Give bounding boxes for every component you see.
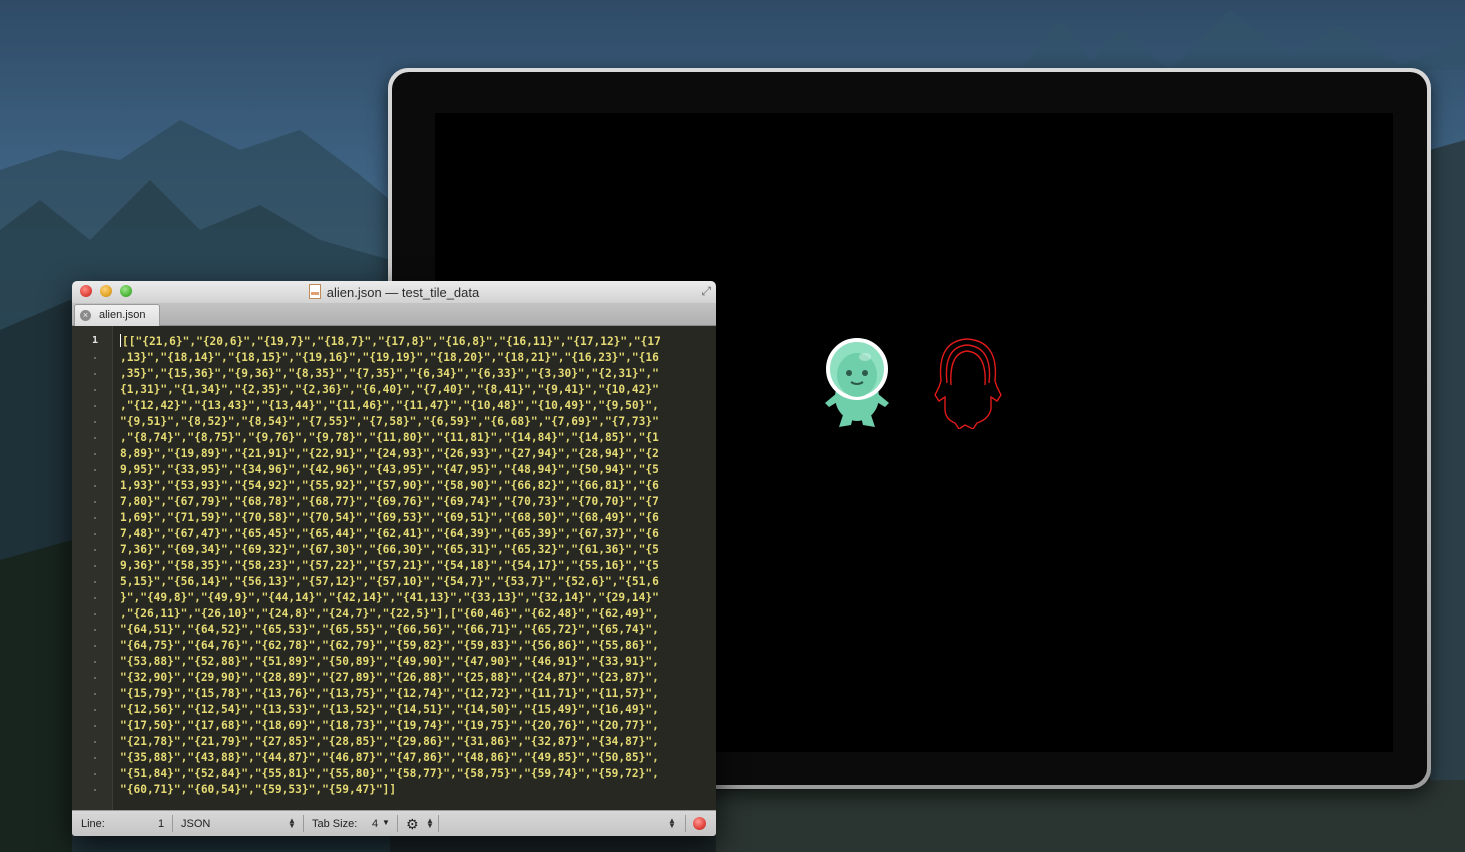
line-number-gutter: 1 [72,326,113,810]
record-icon[interactable] [693,817,706,830]
wrap-indicator [94,501,96,503]
code-line[interactable]: 8,89}","{19,89}","{21,91}","{22,91}","{2… [120,446,705,462]
code-line[interactable]: "{53,88}","{52,88}","{51,89}","{50,89}",… [120,654,705,670]
wrap-indicator [94,677,96,679]
syntax-selector[interactable]: JSON [181,818,210,830]
wrap-indicator [94,405,96,407]
wrap-indicator [94,725,96,727]
code-line[interactable]: ,"{12,42}","{13,43}","{13,44}","{11,46}"… [120,398,705,414]
code-line[interactable]: 9,36}","{58,35}","{58,23}","{57,22}","{5… [120,558,705,574]
wrap-indicator [94,389,96,391]
code-line[interactable]: "{64,51}","{64,52}","{65,53}","{65,55}",… [120,622,705,638]
wrap-indicator [94,789,96,791]
gear-chevron-icon[interactable]: ▲ ▼ [426,817,434,830]
wrap-indicator [94,709,96,711]
wrap-indicator [94,741,96,743]
wrap-indicator [94,533,96,535]
divider [397,815,398,832]
symbol-chevron-icon[interactable]: ▲ ▼ [668,817,676,830]
wrap-indicator [94,773,96,775]
code-line[interactable]: 5,15}","{56,14}","{56,13}","{57,12}","{5… [120,574,705,590]
divider [438,815,439,832]
wrap-indicator [94,581,96,583]
wrap-indicator [94,597,96,599]
code-line[interactable]: 1,93}","{53,93}","{54,92}","{55,92}","{5… [120,478,705,494]
status-bar: Line: 1 JSON ▲ ▼ Tab Size: 4 ▼ ⚙ ▲ ▼ ▲ ▼ [72,810,716,836]
code-line[interactable]: "{15,79}","{15,78}","{13,76}","{13,75}",… [120,686,705,702]
code-line[interactable]: "{60,71}","{60,54}","{59,53}","{59,47}"]… [120,782,705,798]
code-line[interactable]: }","{49,8}","{49,9}","{44,14}","{42,14}"… [120,590,705,606]
code-line[interactable]: 7,48}","{67,47}","{65,45}","{65,44}","{6… [120,526,705,542]
alien-outline-shape [934,338,1002,429]
divider [172,815,173,832]
wrap-indicator [94,565,96,567]
code-line[interactable]: 9,95}","{33,95}","{34,96}","{42,96}","{4… [120,462,705,478]
code-line[interactable]: "{12,56}","{12,54}","{13,53}","{13,52}",… [120,702,705,718]
code-line[interactable]: "{64,75}","{64,76}","{62,78}","{62,79}",… [120,638,705,654]
tab-size-chevron-icon[interactable]: ▼ [382,818,390,827]
code-line[interactable]: ,13}","{18,14}","{18,15}","{19,16}","{19… [120,350,705,366]
window-title-text: alien.json — test_tile_data [326,285,480,300]
tab-size-label: Tab Size: [312,818,358,830]
code-line[interactable]: ,35}","{15,36}","{9,36}","{8,35}","{7,35… [120,366,705,382]
wrap-indicator [94,437,96,439]
code-line[interactable]: ,"{26,11}","{26,10}","{24,8}","{24,7}","… [120,606,705,622]
code-line[interactable]: [["{21,6}","{20,6}","{19,7}","{18,7}","{… [120,334,705,350]
document-icon [308,284,321,299]
wrap-indicator [94,645,96,647]
wrap-indicator [94,629,96,631]
wrap-indicator [94,757,96,759]
code-line[interactable]: "{17,50}","{17,68}","{18,69}","{18,73}",… [120,718,705,734]
line-number: 1 [91,335,98,346]
tab-alien-json[interactable]: × alien.json [74,304,160,326]
gear-icon[interactable]: ⚙ [406,816,419,833]
code-line[interactable]: 7,36}","{69,34}","{69,32}","{67,30}","{6… [120,542,705,558]
code-line[interactable]: 7,80}","{67,79}","{68,78}","{68,77}","{6… [120,494,705,510]
code-line[interactable]: {1,31}","{1,34}","{2,35}","{2,36}","{6,4… [120,382,705,398]
wrap-indicator [94,357,96,359]
syntax-chevron-icon[interactable]: ▲ ▼ [288,817,296,830]
text-editor-window[interactable]: alien.json — test_tile_data ⤢ × alien.js… [72,281,716,836]
tab-size-selector[interactable]: 4 [372,818,378,830]
code-line[interactable]: "{35,88}","{43,88}","{44,87}","{46,87}",… [120,750,705,766]
alien-sprite[interactable] [821,335,893,429]
code-line-text: [["{21,6}","{20,6}","{19,7}","{18,7}","{… [122,335,661,348]
wrap-indicator [94,693,96,695]
wrap-indicator [94,421,96,423]
title-bar[interactable]: alien.json — test_tile_data ⤢ [72,281,716,304]
tab-close-icon[interactable]: × [80,310,91,321]
divider [303,815,304,832]
window-title: alien.json — test_tile_data [72,284,716,300]
wrap-indicator [94,469,96,471]
tab-bar: × alien.json [72,303,716,326]
wrap-indicator [94,549,96,551]
wrap-indicator [94,517,96,519]
fullscreen-icon[interactable]: ⤢ [701,284,711,299]
wrap-indicator [94,373,96,375]
text-caret [120,334,121,347]
code-line[interactable]: 1,69}","{71,59}","{70,58}","{70,54}","{6… [120,510,705,526]
wrap-indicator [94,661,96,663]
code-line[interactable]: "{9,51}","{8,52}","{8,54}","{7,55}","{7,… [120,414,705,430]
code-line[interactable]: "{32,90}","{29,90}","{28,89}","{27,89}",… [120,670,705,686]
code-line[interactable]: "{51,84}","{52,84}","{55,81}","{55,80}",… [120,766,705,782]
code-line[interactable]: ,"{8,74}","{8,75}","{9,76}","{9,78}","{1… [120,430,705,446]
code-area[interactable]: [["{21,6}","{20,6}","{19,7}","{18,7}","{… [120,334,705,798]
code-line[interactable]: "{21,78}","{21,79}","{27,85}","{28,85}",… [120,734,705,750]
tab-label: alien.json [99,309,146,321]
wrap-indicator [94,485,96,487]
divider [685,815,686,832]
line-label: Line: [81,818,105,830]
wrap-indicator [94,453,96,455]
wrap-indicator [94,613,96,615]
line-value[interactable]: 1 [158,818,164,830]
